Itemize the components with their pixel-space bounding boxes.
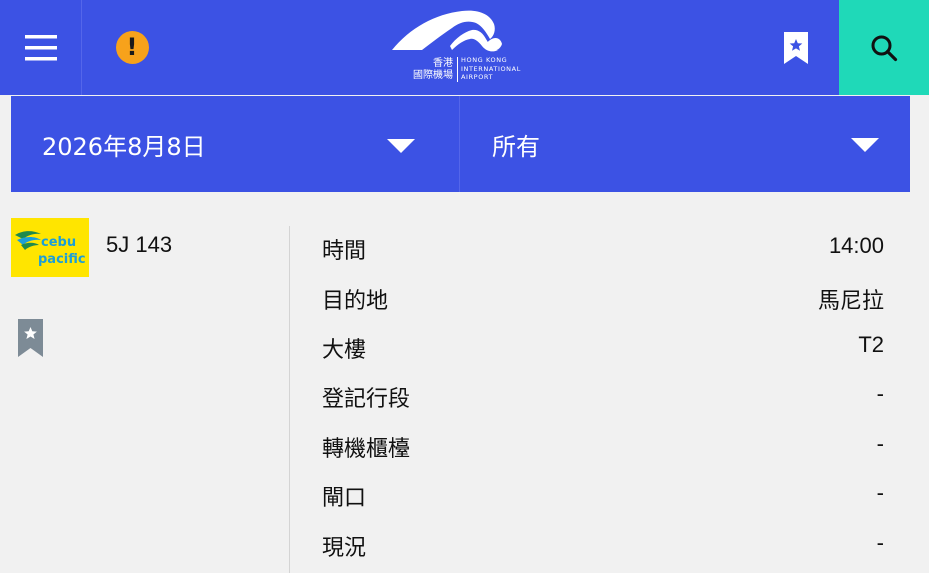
detail-row-status: 現況 -	[322, 530, 884, 561]
notice-alert-button[interactable]: !	[82, 0, 182, 95]
date-dropdown-value: 2026年8月8日	[42, 132, 206, 161]
chevron-down-icon	[851, 138, 879, 152]
detail-label: 登記行段	[322, 387, 411, 412]
chevron-down-icon	[387, 139, 415, 153]
flight-filter-bar: 2026年8月8日 所有	[11, 96, 910, 192]
detail-label: 時間	[322, 239, 367, 264]
detail-row-check-in-aisle: 登記行段 -	[322, 381, 884, 412]
detail-row-destination: 目的地 馬尼拉	[322, 283, 884, 314]
detail-row-transfer-desk: 轉機櫃檯 -	[322, 431, 884, 462]
detail-row-terminal: 大樓 T2	[322, 332, 884, 363]
date-dropdown[interactable]: 2026年8月8日	[11, 96, 460, 192]
cebu-logo-text-2: pacific	[38, 252, 86, 267]
detail-value: -	[876, 381, 884, 406]
detail-value: 14:00	[828, 233, 884, 258]
logo-chinese-text: 香港 國際機場	[413, 58, 453, 81]
hamburger-menu-button[interactable]	[0, 0, 82, 95]
detail-value: 馬尼拉	[817, 288, 884, 313]
detail-row-time: 時間 14:00	[322, 233, 884, 264]
hkia-logo[interactable]: 香港 國際機場 HONG KONG INTERNATIONAL AIRPORT	[390, 6, 550, 86]
top-navigation-bar: ! 香港 國際機場 HONG KONG INTERNATIONAL AIRPOR…	[0, 0, 929, 95]
flight-type-dropdown[interactable]: 所有	[460, 96, 910, 192]
flight-number: 5J 143	[106, 232, 173, 257]
hkia-bird-logo-icon	[392, 10, 502, 52]
vertical-divider	[289, 226, 290, 573]
alert-icon: !	[115, 31, 149, 64]
detail-row-gate: 閘口 -	[322, 480, 884, 511]
menu-icon	[24, 34, 57, 60]
detail-label: 現況	[322, 536, 367, 561]
detail-value: -	[876, 480, 884, 505]
flight-card[interactable]: cebu pacific 5J 143 時間 14:00 目的地 馬尼拉 大樓 …	[0, 192, 929, 573]
detail-label: 目的地	[322, 289, 389, 314]
cebu-logo-text-1: cebu	[41, 235, 76, 250]
flight-type-dropdown-value: 所有	[492, 132, 540, 161]
cebu-pacific-bird-icon: cebu pacific	[15, 231, 86, 267]
logo-divider	[457, 57, 458, 82]
detail-value: -	[876, 431, 884, 456]
bookmark-star-icon	[18, 319, 43, 357]
detail-label: 轉機櫃檯	[322, 437, 411, 462]
bookmark-flight-button[interactable]	[18, 319, 43, 361]
cebu-pacific-logo: cebu pacific	[11, 218, 89, 277]
detail-value: -	[876, 530, 884, 555]
search-button[interactable]	[839, 0, 929, 95]
search-icon	[871, 35, 898, 61]
logo-english-text: HONG KONG INTERNATIONAL AIRPORT	[461, 56, 521, 81]
detail-value: T2	[858, 332, 884, 357]
bookmark-star-icon	[784, 31, 808, 64]
detail-label: 大樓	[322, 338, 367, 363]
my-flights-bookmark-button[interactable]	[772, 0, 820, 95]
detail-label: 閘口	[322, 486, 367, 511]
